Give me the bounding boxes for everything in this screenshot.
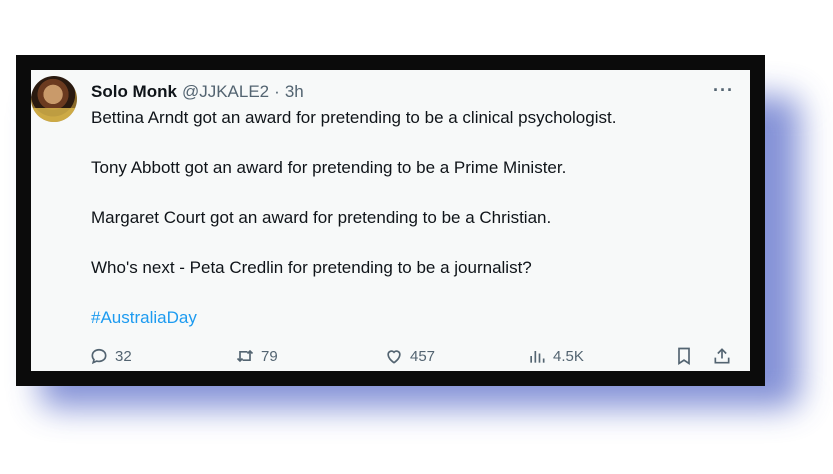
reply-icon: [91, 348, 107, 365]
avatar[interactable]: [31, 76, 77, 122]
retweet-count: 79: [261, 347, 278, 365]
share-button[interactable]: [712, 346, 732, 366]
share-icon: [714, 348, 730, 364]
reply-button[interactable]: 32: [89, 346, 132, 366]
hashtag-link[interactable]: #AustraliaDay: [91, 307, 741, 329]
timestamp[interactable]: 3h: [285, 82, 304, 102]
bookmark-icon: [678, 347, 690, 366]
more-icon[interactable]: ···: [713, 80, 734, 101]
views-button[interactable]: 4.5K: [527, 346, 584, 366]
tweet-text: Bettina Arndt got an award for pretendin…: [91, 107, 741, 357]
like-icon: [387, 350, 401, 364]
tweet-paragraph: Tony Abbott got an award for pretending …: [91, 158, 567, 177]
tweet-actions: 32 79 457 4.5K: [89, 346, 739, 368]
retweet-button[interactable]: 79: [235, 346, 278, 366]
separator-dot: ·: [274, 82, 280, 101]
reply-count: 32: [115, 347, 132, 365]
like-button[interactable]: 457: [384, 346, 435, 366]
views-icon: [530, 351, 545, 363]
tweet-card[interactable]: Solo Monk @JJKALE2 · 3h ··· Bettina Arnd…: [31, 70, 750, 371]
retweet-icon: [236, 349, 254, 363]
tweet-header: Solo Monk @JJKALE2 · 3h: [91, 82, 304, 102]
author-handle[interactable]: @JJKALE2: [182, 82, 269, 102]
bookmark-button[interactable]: [674, 346, 694, 366]
like-count: 457: [410, 347, 436, 365]
tweet-paragraph: Who's next - Peta Credlin for pretending…: [91, 258, 532, 277]
tweet-paragraph: Bettina Arndt got an award for pretendin…: [91, 108, 617, 127]
views-count: 4.5K: [553, 347, 584, 365]
tweet-paragraph: Margaret Court got an award for pretendi…: [91, 208, 552, 227]
author-name[interactable]: Solo Monk: [91, 82, 177, 102]
